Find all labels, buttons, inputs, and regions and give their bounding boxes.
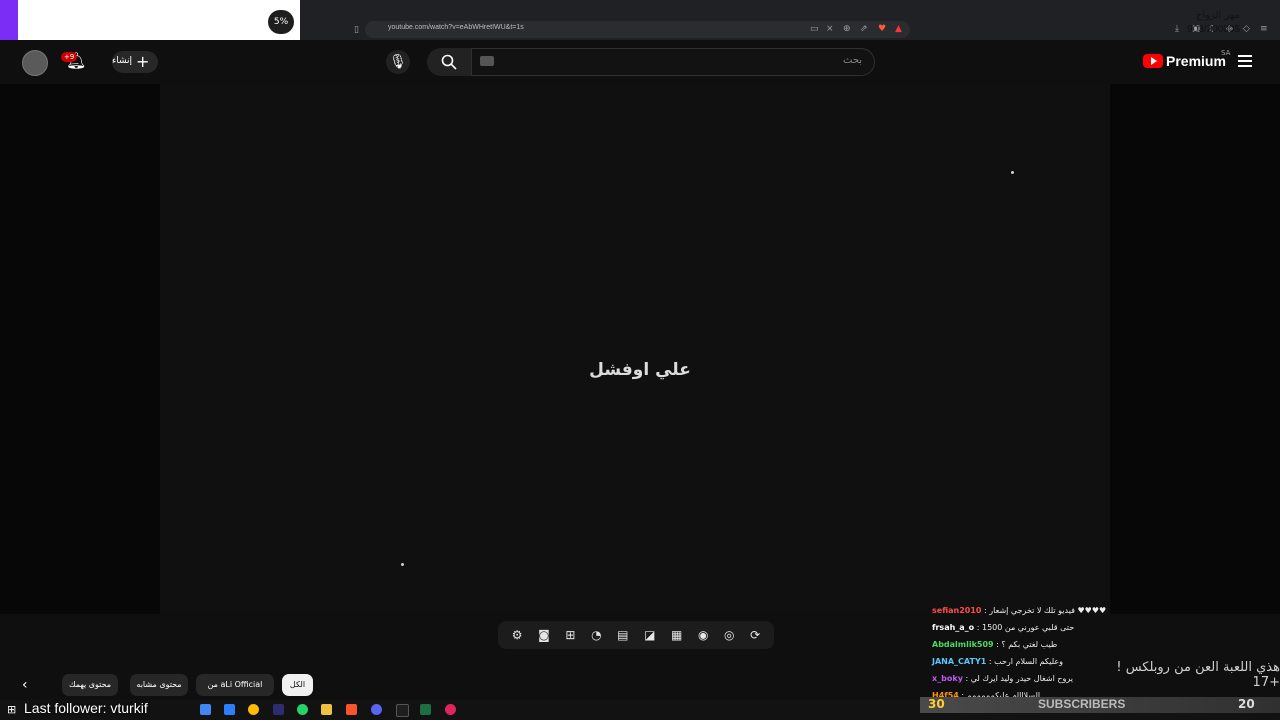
windows-start-icon[interactable]: ⊞ [7,703,16,716]
chat-message: frsah_a_o : حتى قلبي عورني من 1500 [932,619,1132,636]
eye-icon[interactable]: ◉ [698,628,708,642]
whatsapp-icon[interactable] [297,704,308,715]
video-speck [401,563,404,566]
player-extension-toolbar: ⚙ ◙ ⊞ ◔ ▤ ◪ ▦ ◉ ◎ ⟳ [498,621,774,649]
search-button[interactable] [427,48,471,76]
bookmark-icon[interactable]: ▯ [354,25,359,35]
donation-goal-widget [0,0,300,44]
chrome-icon[interactable] [248,704,259,715]
taskbar-app-icon[interactable] [200,704,211,715]
create-button[interactable]: إنشاء + [112,51,158,73]
donation-percent: 5% [268,10,294,34]
keyboard-icon[interactable] [480,56,494,66]
browser-menu-icon[interactable]: ≡ [1260,24,1268,34]
search-placeholder: بحث [843,55,863,66]
url-text[interactable]: youtube.com/watch?v=eAbWHretIWU&t=1s [388,24,524,31]
obs-icon[interactable] [445,704,456,715]
chip-all[interactable]: الكل [282,674,313,696]
chat-text: : طيب لغتي بكم ؟ [996,640,1058,649]
chat-user: sefian2010 [932,606,982,615]
video-speck [1011,171,1014,174]
loop-icon[interactable]: ⟳ [750,628,760,642]
broadcast-icon[interactable]: ◎ [724,628,734,642]
taskbar-app-icon[interactable] [224,704,235,715]
discord-icon[interactable] [371,704,382,715]
subscriber-goal: 20 [1238,697,1255,711]
logo-text[interactable]: Premium [1166,53,1226,69]
search-icon [441,54,457,70]
folder-icon[interactable] [321,704,332,715]
zoom-icon[interactable]: ⊕ [843,24,851,34]
donation-title: مهر الزواج [1195,10,1240,21]
chat-text: : حتى قلبي عورني من 1500 [976,623,1075,632]
brave-icon[interactable] [346,704,357,715]
chat-text: : فيديو تلك لا تخرجي إشعار ♥♥♥♥ [984,606,1107,615]
chip-related[interactable]: محتوى مشابه [130,674,188,696]
subscriber-count: 30 [928,697,945,711]
chat-text: : يروح اشغال حيدر وليد ايرك لي [965,674,1074,683]
cinema-icon[interactable]: ▦ [671,628,682,642]
hamburger-menu-icon[interactable] [1238,55,1252,67]
chat-user: JANA_CATY1 [932,657,987,666]
region-code: SA [1221,49,1231,57]
chat-text: : وعليكم السلام ارحب [988,657,1064,666]
video-frame[interactable] [160,84,1110,614]
subtitles-icon[interactable]: ▤ [617,628,628,642]
microphone-icon[interactable]: 🎙︎ [386,50,410,74]
last-follower-label: Last follower: vturkif [24,700,148,716]
add-clip-icon[interactable]: ⊞ [565,628,575,642]
search-input[interactable] [471,48,875,76]
screen-icon[interactable]: ▭ [810,24,819,34]
chat-user: frsah_a_o [932,623,975,632]
chat-user: x_boky [932,674,963,683]
download-icon[interactable]: ⤓ [1175,24,1179,34]
settings-icon[interactable]: ⚙ [512,628,523,642]
chip-from-channel[interactable]: من aLi Official [196,674,274,696]
youtube-logo-icon[interactable] [1143,54,1163,68]
premiere-icon[interactable] [273,704,284,715]
chevron-left-icon[interactable]: ‹ [22,677,28,693]
avatar[interactable] [22,50,48,76]
chip-recommended[interactable]: محتوى يهمك [62,674,118,696]
camera-icon[interactable]: ◙ [538,628,550,642]
share-icon[interactable]: ⇗ [860,24,868,34]
translate-icon[interactable]: ⨯ [826,24,834,34]
chat-message: Abdalmlik509 : طيب لغتي بكم ؟ [932,636,1132,653]
notification-count: +9 [61,52,78,62]
subscriber-label: SUBSCRIBERS [1038,697,1126,711]
resize-icon[interactable]: ◪ [644,628,655,642]
plus-icon: + [136,52,150,71]
excel-icon[interactable] [420,704,431,715]
brave-rewards-icon[interactable]: ▲ [895,24,902,34]
video-title-overlay: علي اوفشل [589,360,691,380]
promo-text: هذي اللعبة العن من روبلكس ! +17 [1116,660,1280,690]
terminal-icon[interactable] [396,704,409,717]
vpn-icon[interactable]: ◇ [1243,24,1250,34]
create-label: إنشاء [112,56,133,66]
chat-message: sefian2010 : فيديو تلك لا تخرجي إشعار ♥♥… [932,602,1132,619]
brave-shield-icon[interactable]: ♥ [878,24,886,34]
chat-user: Abdalmlik509 [932,640,994,649]
speed-icon[interactable]: ◔ [591,628,601,642]
donation-amount: 903/20000$ [1187,24,1240,35]
